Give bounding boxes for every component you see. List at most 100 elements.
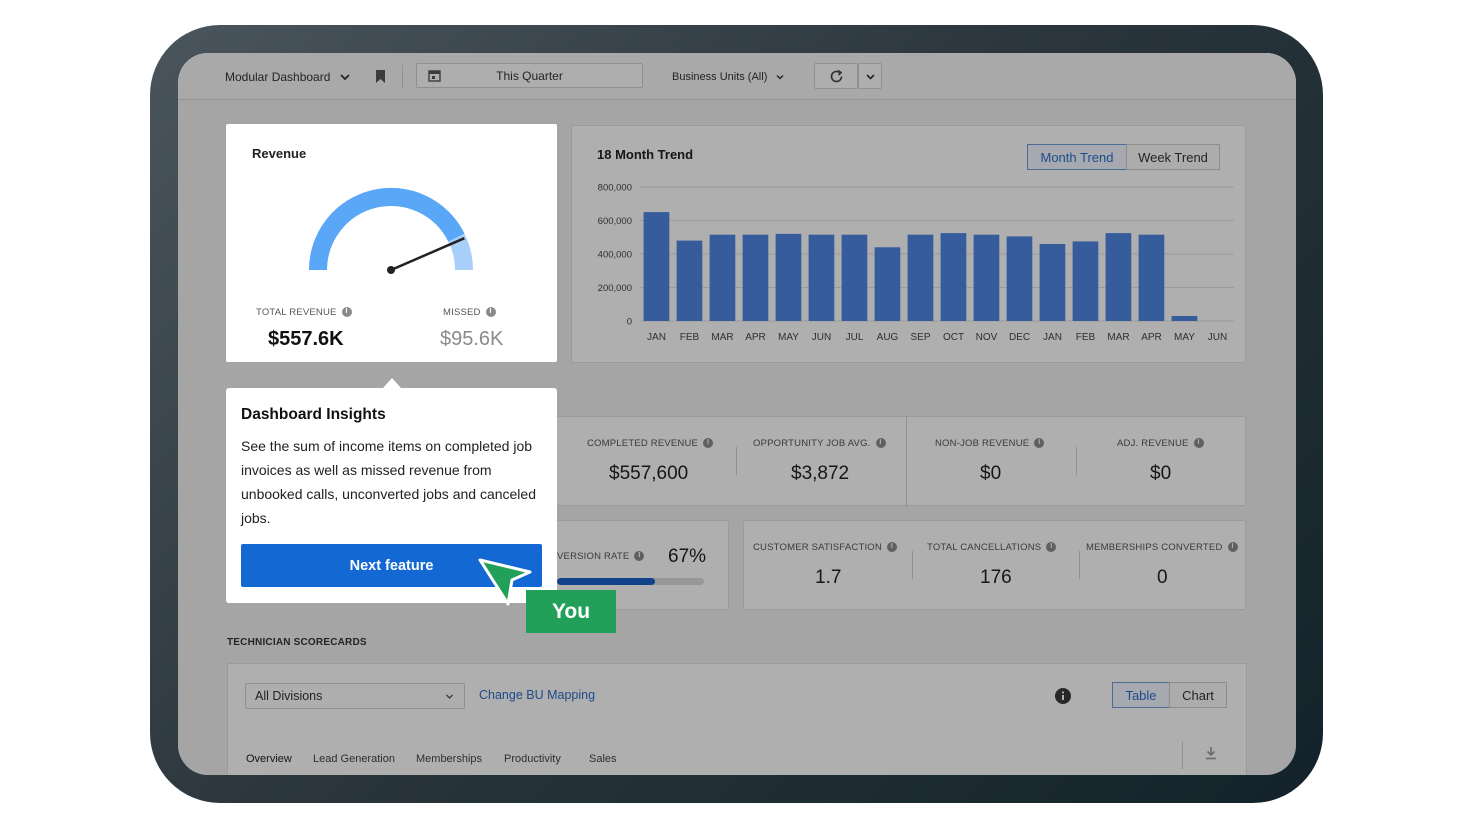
x-tick-label: MAY	[778, 332, 799, 343]
refresh-button[interactable]	[814, 63, 858, 89]
date-range-label: This Quarter	[496, 69, 563, 83]
division-select-label: All Divisions	[255, 689, 323, 703]
info-icon[interactable]	[1055, 688, 1071, 704]
bar[interactable]	[742, 234, 769, 321]
metric-value: 176	[980, 567, 1012, 588]
metric-label: ADJ. REVENUE	[1117, 438, 1189, 449]
missed-label: MISSED	[443, 307, 481, 318]
download-icon[interactable]	[1204, 746, 1218, 760]
conversion-progress-fill	[557, 578, 656, 585]
y-tick-label: 0	[627, 317, 632, 328]
pointer-cursor-icon	[478, 558, 532, 606]
trend-title: 18 Month Trend	[597, 147, 694, 162]
y-tick-label: 600,000	[598, 216, 632, 227]
x-tick-label: JAN	[647, 332, 666, 343]
chevron-down-icon	[446, 694, 453, 699]
bar[interactable]	[940, 233, 967, 321]
bar[interactable]	[973, 234, 1000, 321]
dashboard-name: Modular Dashboard	[225, 69, 331, 84]
bar[interactable]	[1138, 234, 1165, 321]
bar[interactable]	[874, 247, 901, 321]
total-revenue-value: $557.6K	[268, 328, 344, 350]
change-bu-mapping-link[interactable]: Change BU Mapping	[479, 688, 595, 702]
tab-overview[interactable]: Overview	[246, 753, 292, 765]
missed-value: $95.6K	[440, 328, 504, 350]
total-revenue-label-wrap: TOTAL REVENUE i	[256, 307, 352, 318]
date-range-picker[interactable]: This Quarter	[416, 63, 643, 88]
bar[interactable]	[1006, 236, 1033, 321]
tooltip-arrow	[383, 378, 401, 388]
info-icon[interactable]: i	[1046, 542, 1057, 553]
x-tick-label: DEC	[1009, 332, 1030, 343]
y-tick-label: 800,000	[598, 183, 632, 194]
revenue-card: Revenue TOTAL REVENUE i $557.6K MISSED i $…	[226, 124, 557, 362]
bar[interactable]	[643, 212, 670, 321]
tab-productivity[interactable]: Productivity	[504, 753, 561, 765]
revenue-gauge	[309, 187, 473, 274]
metrics-row-1	[556, 416, 1246, 507]
tab-sales[interactable]: Sales	[589, 753, 617, 765]
refresh-options-button[interactable]	[858, 63, 882, 89]
view-table-toggle[interactable]: Table	[1112, 682, 1170, 708]
x-tick-label: FEB	[1076, 332, 1096, 343]
metric-label: CUSTOMER SATISFACTION	[753, 542, 882, 553]
toolbar-divider	[402, 65, 403, 89]
bar[interactable]	[808, 234, 835, 321]
x-tick-label: MAY	[1174, 332, 1195, 343]
metric-value: $0	[1150, 463, 1172, 484]
metric-label: COMPLETED REVENUE	[587, 438, 699, 449]
y-tick-label: 400,000	[598, 250, 632, 261]
x-tick-label: APR	[1141, 332, 1162, 343]
info-icon[interactable]: i	[485, 307, 496, 318]
total-revenue-label: TOTAL REVENUE	[256, 307, 337, 318]
bar[interactable]	[841, 234, 868, 321]
bar[interactable]	[1072, 241, 1099, 321]
conversion-value: 67%	[668, 546, 707, 567]
tab-lead-generation[interactable]: Lead Generation	[313, 753, 395, 765]
scorecards-section-title: TECHNICIAN SCORECARDS	[227, 637, 367, 648]
x-tick-label: JAN	[1043, 332, 1062, 343]
metric-label: MEMBERSHIPS CONVERTED	[1086, 542, 1223, 553]
business-units-select[interactable]: Business Units (All)	[672, 53, 785, 100]
bar[interactable]	[1105, 233, 1132, 321]
tab-memberships[interactable]: Memberships	[416, 753, 482, 765]
info-icon[interactable]: i	[634, 551, 645, 562]
metric-label: TOTAL CANCELLATIONS	[927, 542, 1042, 553]
metric-label: OPPORTUNITY JOB AVG.	[753, 438, 871, 449]
info-icon[interactable]: i	[1034, 438, 1045, 449]
chevron-down-icon	[866, 74, 875, 80]
top-toolbar: Modular Dashboard This Quarter Business …	[178, 53, 1296, 100]
chevron-down-icon	[776, 74, 784, 79]
y-tick-label: 200,000	[598, 283, 632, 294]
metric-value: $557,600	[609, 463, 689, 484]
conversion-progress-bar	[557, 578, 704, 585]
bar[interactable]	[775, 233, 802, 321]
x-tick-label: JUN	[812, 332, 831, 343]
info-icon[interactable]: i	[886, 542, 897, 553]
bar[interactable]	[1171, 316, 1198, 321]
bookmark-icon[interactable]	[375, 69, 386, 84]
x-tick-label: SEP	[910, 332, 930, 343]
metrics-row-2	[743, 520, 1246, 610]
metric-label: NON-JOB REVENUE	[935, 438, 1030, 449]
tooltip-body: See the sum of income items on completed…	[241, 438, 536, 526]
division-select[interactable]: All Divisions	[245, 683, 465, 709]
metric-label: VERSION RATE	[557, 551, 630, 562]
x-tick-label: MAR	[1107, 332, 1129, 343]
info-icon[interactable]: i	[1193, 438, 1204, 449]
info-icon[interactable]: i	[341, 307, 352, 318]
info-icon[interactable]: i	[1227, 542, 1238, 553]
info-icon[interactable]: i	[875, 438, 886, 449]
bar[interactable]	[709, 234, 736, 321]
info-icon[interactable]: i	[703, 438, 714, 449]
metric-value: 0	[1157, 567, 1168, 588]
view-chart-toggle[interactable]: Chart	[1169, 682, 1227, 708]
tooltip-title: Dashboard Insights	[241, 406, 386, 423]
bar[interactable]	[907, 234, 934, 321]
x-tick-label: NOV	[976, 332, 998, 343]
metric-value: $0	[980, 463, 1002, 484]
bar[interactable]	[676, 240, 703, 321]
trend-bar-chart: 800,000 600,000 400,000 200,000 0 JAN FEB MAR AP…	[598, 183, 1234, 343]
bar[interactable]	[1039, 244, 1066, 321]
dashboard-selector[interactable]: Modular Dashboard	[225, 53, 351, 100]
